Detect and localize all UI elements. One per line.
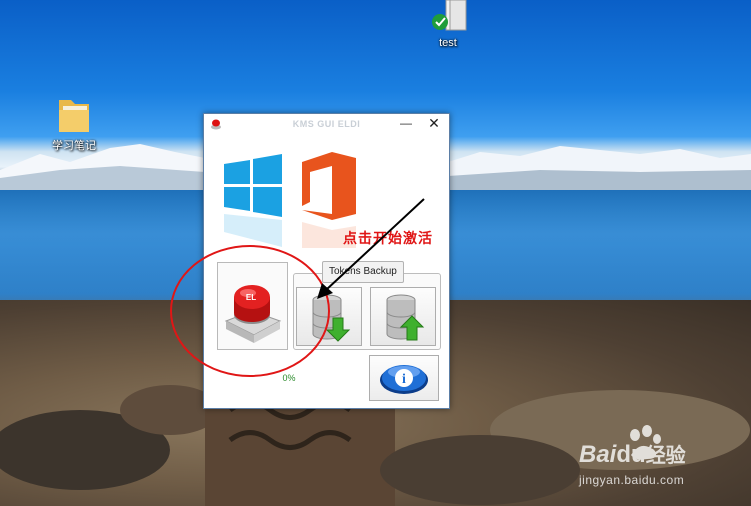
watermark-url: jingyan.baidu.com	[579, 473, 685, 487]
tokens-backup-label: Tokens Backup	[322, 261, 404, 283]
watermark-brand-suffix: 经验	[645, 443, 686, 467]
desktop-icon-test[interactable]: test	[413, 0, 483, 49]
desktop-icon-study-notes[interactable]: 学习笔记	[39, 94, 109, 153]
kms-gui-window: KMS GUI ELDI — ✕ EL 0% Tokens Backup i	[203, 113, 450, 409]
watermark-brand-du: du	[616, 441, 646, 468]
windows-logo-icon	[224, 154, 282, 247]
info-button[interactable]: i	[369, 355, 439, 401]
annotation-text: 点击开始激活	[343, 231, 433, 247]
desktop-icon-label: 学习笔记	[52, 140, 96, 152]
baidu-jingyan-watermark: Baidu经验 jingyan.baidu.com	[573, 425, 743, 495]
progress-percent: 0%	[282, 373, 296, 383]
windows-office-logos	[224, 152, 356, 248]
tokens-backup-download-button[interactable]	[296, 287, 362, 346]
activate-button[interactable]: EL	[217, 262, 288, 350]
watermark-brand-prefix: Bai	[579, 441, 617, 468]
minimize-button[interactable]: —	[399, 117, 413, 131]
shortcut-folder-check-icon	[432, 0, 467, 31]
close-button[interactable]: ✕	[426, 116, 442, 132]
tokens-backup-upload-button[interactable]	[370, 287, 436, 346]
info-icon: i	[380, 365, 428, 394]
folder-icon	[59, 100, 89, 132]
database-download-icon	[312, 294, 351, 342]
title-bar[interactable]: KMS GUI ELDI — ✕	[204, 114, 449, 136]
watermark-brand: Baidu经验	[579, 439, 686, 469]
database-upload-icon	[386, 294, 425, 341]
red-el-push-button-icon: EL	[224, 285, 282, 343]
activate-badge-text: EL	[246, 293, 256, 302]
info-glyph: i	[402, 372, 406, 387]
desktop-icon-label: test	[439, 37, 457, 49]
